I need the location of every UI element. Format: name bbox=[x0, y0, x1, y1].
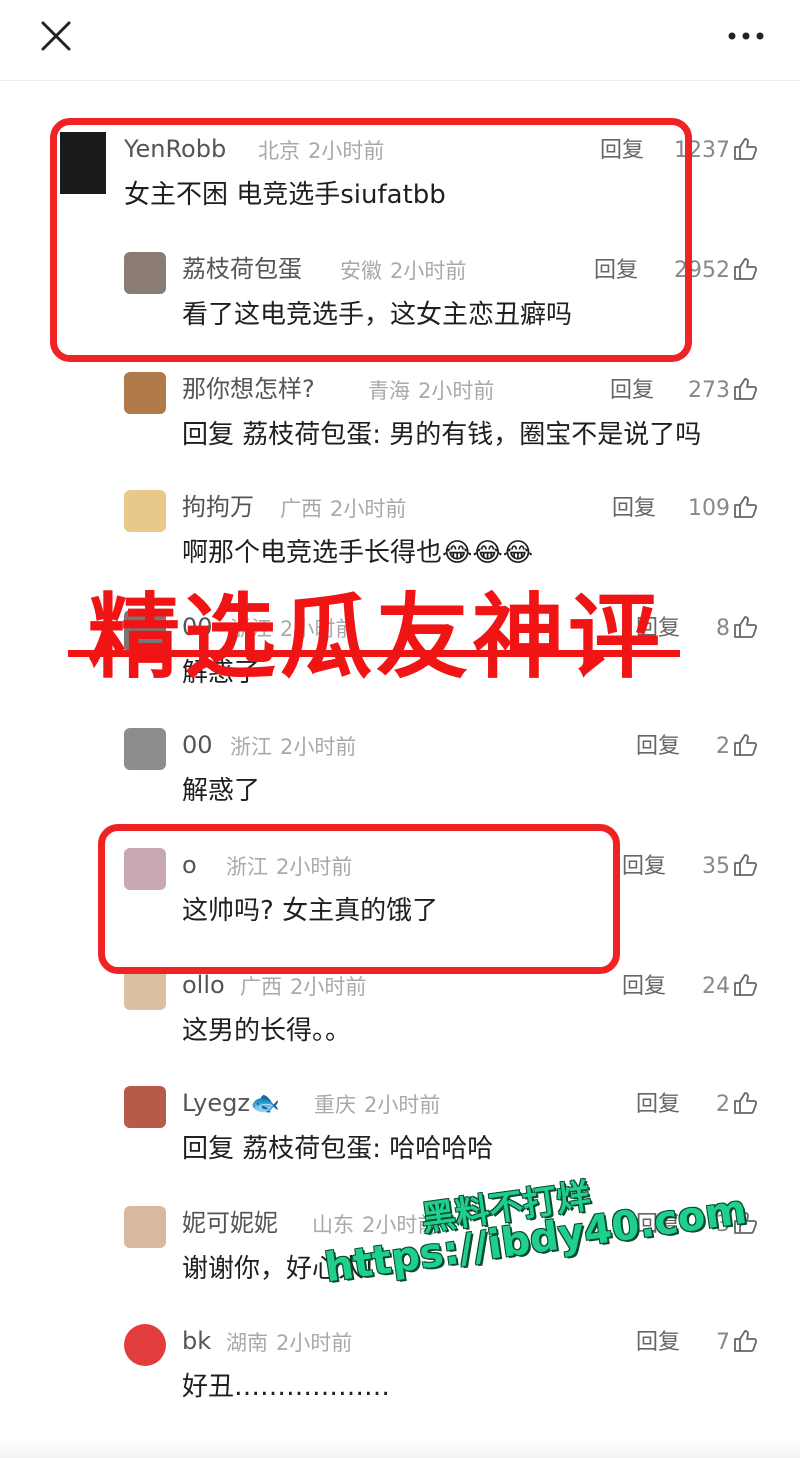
avatar[interactable] bbox=[124, 490, 166, 532]
thumbs-up-icon[interactable] bbox=[732, 972, 758, 998]
comment-meta: 湖南 2小时前 bbox=[226, 1331, 353, 1355]
comment-text: 这男的长得。。 bbox=[182, 1016, 352, 1046]
thumbs-up-icon[interactable] bbox=[732, 494, 758, 520]
avatar[interactable] bbox=[124, 372, 166, 414]
avatar[interactable] bbox=[124, 1324, 166, 1366]
banner-strikethrough bbox=[68, 650, 680, 657]
like-count: 7 bbox=[716, 1330, 730, 1355]
like-count: 24 bbox=[702, 974, 730, 999]
highlight-box bbox=[50, 118, 692, 362]
like-count: 2 bbox=[716, 734, 730, 759]
comment-meta: 广西 2小时前 bbox=[280, 497, 407, 521]
avatar[interactable] bbox=[124, 1206, 166, 1248]
comment-meta: 浙江 2小时前 bbox=[230, 735, 357, 759]
comment-username[interactable]: bk bbox=[182, 1324, 211, 1358]
like-count: 2 bbox=[716, 1092, 730, 1117]
comment-item: ollo 广西 2小时前 回复 24 这男的长得。。 bbox=[0, 968, 800, 1078]
comment-text: 回复 荔枝荷包蛋: 哈哈哈哈 bbox=[182, 1134, 494, 1164]
comment-username[interactable]: 妮可妮妮 bbox=[182, 1206, 278, 1240]
reply-button[interactable]: 回复 bbox=[610, 376, 654, 406]
comment-meta: 重庆 2小时前 bbox=[314, 1093, 441, 1117]
comment-username[interactable]: 那你想怎样? bbox=[182, 372, 315, 406]
comment-text: 好丑……………… bbox=[182, 1372, 391, 1402]
avatar[interactable] bbox=[124, 1086, 166, 1128]
comment-username[interactable]: 拘拘万 bbox=[182, 490, 254, 524]
reply-button[interactable]: 回复 bbox=[622, 852, 666, 882]
reply-button[interactable]: 回复 bbox=[636, 1328, 680, 1358]
thumbs-up-icon[interactable] bbox=[732, 256, 758, 282]
comment-text: 回复 荔枝荷包蛋: 男的有钱，圈宝不是说了吗 bbox=[182, 420, 702, 450]
reply-button[interactable]: 回复 bbox=[622, 972, 666, 1002]
thumbs-up-icon[interactable] bbox=[732, 136, 758, 162]
comment-meta: 青海 2小时前 bbox=[368, 379, 495, 403]
avatar[interactable] bbox=[124, 728, 166, 770]
close-button[interactable] bbox=[38, 18, 74, 54]
thumbs-up-icon[interactable] bbox=[732, 1090, 758, 1116]
like-count: 8 bbox=[716, 616, 730, 641]
banner-title: 精选瓜友神评 bbox=[87, 584, 664, 691]
comment-item: 00 浙江 2小时前 回复 2 解惑了 bbox=[0, 728, 800, 838]
avatar[interactable] bbox=[124, 968, 166, 1010]
thumbs-up-icon[interactable] bbox=[732, 852, 758, 878]
reply-button[interactable]: 回复 bbox=[612, 494, 656, 524]
comment-username[interactable]: 00 bbox=[182, 728, 213, 762]
thumbs-up-icon[interactable] bbox=[732, 614, 758, 640]
thumbs-up-icon[interactable] bbox=[732, 1328, 758, 1354]
like-count: 273 bbox=[688, 378, 730, 403]
list-bottom-edge bbox=[0, 1440, 800, 1458]
top-bar bbox=[0, 0, 800, 81]
close-icon bbox=[41, 21, 71, 51]
thumbs-up-icon[interactable] bbox=[732, 376, 758, 402]
reply-button[interactable]: 回复 bbox=[636, 1090, 680, 1120]
like-count: 109 bbox=[688, 496, 730, 521]
reply-button[interactable]: 回复 bbox=[636, 732, 680, 762]
comment-username[interactable]: Lyegz🐟 bbox=[182, 1086, 280, 1120]
comment-item: Lyegz🐟 重庆 2小时前 回复 2 回复 荔枝荷包蛋: 哈哈哈哈 bbox=[0, 1086, 800, 1196]
thumbs-up-icon[interactable] bbox=[732, 732, 758, 758]
like-count: 35 bbox=[702, 854, 730, 879]
comment-text: 啊那个电竞选手长得也😂😂😂 bbox=[182, 538, 534, 568]
comment-item: 那你想怎样? 青海 2小时前 回复 273 回复 荔枝荷包蛋: 男的有钱，圈宝不是… bbox=[0, 372, 800, 482]
comment-text: 解惑了 bbox=[182, 776, 261, 806]
highlight-box bbox=[98, 824, 620, 974]
more-button[interactable] bbox=[724, 22, 768, 50]
more-icon bbox=[728, 32, 764, 40]
comment-item: bk 湖南 2小时前 回复 7 好丑……………… bbox=[0, 1324, 800, 1434]
comment-meta: 广西 2小时前 bbox=[240, 975, 367, 999]
